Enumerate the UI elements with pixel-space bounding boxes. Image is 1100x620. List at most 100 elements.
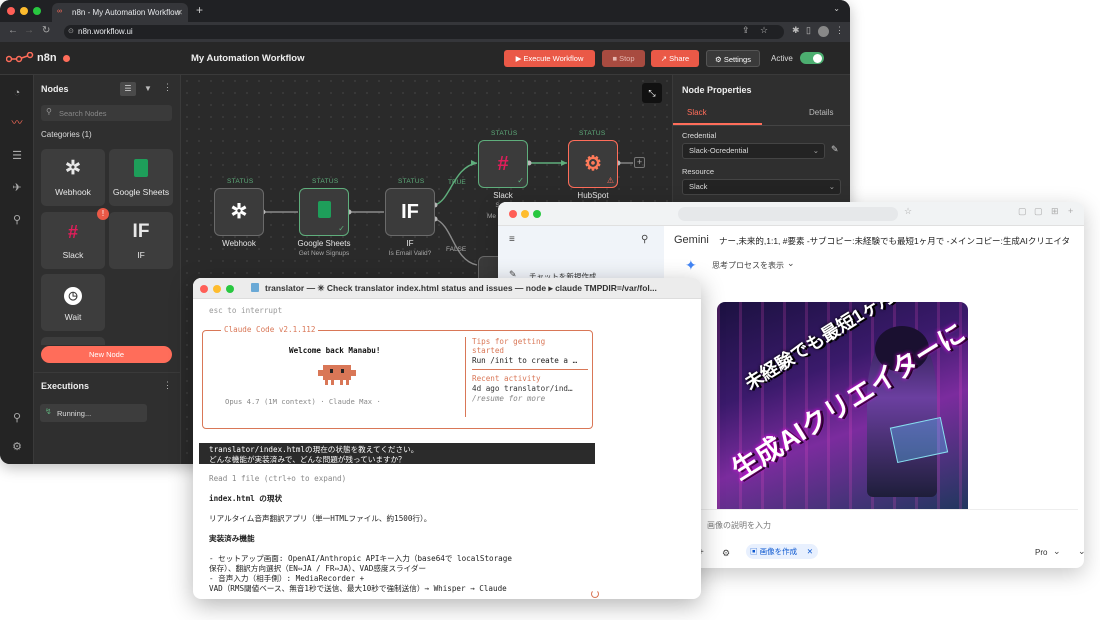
window-icon[interactable]: ▢: [1018, 206, 1027, 217]
show-thinking-label[interactable]: 思考プロセスを表示: [712, 260, 784, 271]
forward-icon[interactable]: →: [24, 25, 34, 36]
tab-slack[interactable]: Slack: [687, 108, 707, 117]
workflow-node-hubspot[interactable]: ⚙ ⚠: [568, 140, 618, 188]
new-window-icon[interactable]: ⊞: [1051, 206, 1059, 217]
resource-label: Resource: [682, 167, 715, 176]
maximize-dot[interactable]: [533, 210, 541, 218]
list-icon[interactable]: ☰: [11, 150, 23, 162]
running-execution[interactable]: ↯ Running...: [40, 404, 147, 422]
active-toggle[interactable]: [800, 52, 824, 64]
workflow-node-if[interactable]: IF: [385, 188, 435, 236]
left-rail: ◔ 〰 ☰ ✈ ⚲ ⚲ ⚙: [0, 75, 34, 464]
new-node-button[interactable]: New Node: [41, 346, 172, 363]
gemini-address-bar[interactable]: [678, 207, 898, 221]
tools-icon[interactable]: ⚙: [722, 548, 730, 559]
browser-menu-icon[interactable]: ⋮: [835, 25, 844, 36]
workflow-node-slack[interactable]: # ✓: [478, 140, 528, 188]
create-image-chip[interactable]: ▣ 画像を作成 ✕: [746, 544, 818, 559]
minimize-dot[interactable]: [521, 210, 529, 218]
divider: [34, 372, 181, 373]
close-dot[interactable]: [7, 7, 15, 15]
reload-icon[interactable]: ↻: [42, 25, 50, 36]
image-icon: ▣: [750, 547, 760, 556]
generated-banner-image[interactable]: 未経験でも最短1ヶ月で 生成AIクリエイターに: [717, 302, 968, 509]
maximize-dot[interactable]: [226, 285, 234, 293]
node-card-if[interactable]: IF IF: [109, 212, 173, 269]
analytics-icon[interactable]: 〰: [11, 117, 23, 129]
share-button[interactable]: ↗ Share: [651, 50, 699, 67]
search-users-icon[interactable]: ⚲: [11, 214, 23, 226]
esc-hint: esc to interrupt: [209, 306, 283, 315]
workflow-node-webhook[interactable]: ✲: [214, 188, 264, 236]
execute-workflow-button[interactable]: ▶ Execute Workflow: [504, 50, 595, 67]
list-view-icon[interactable]: ☰: [120, 82, 136, 96]
chevron-down-icon[interactable]: ⌄: [787, 258, 795, 269]
slack-icon: #: [497, 153, 509, 175]
tab-details[interactable]: Details: [809, 108, 833, 117]
card-label: Wait: [64, 312, 82, 322]
rocket-icon[interactable]: ✈: [11, 182, 23, 194]
extensions-icon[interactable]: ✱: [792, 25, 800, 36]
add-icon[interactable]: +: [1068, 206, 1073, 216]
node-card-slack[interactable]: # Slack !: [41, 208, 109, 269]
minimize-dot[interactable]: [213, 285, 221, 293]
image-prompt-input[interactable]: 画像の説明を入力: [707, 520, 771, 531]
node-card-google-sheets[interactable]: Google Sheets: [109, 149, 173, 206]
url-field[interactable]: ⊙ n8n.workflow.ui: [64, 25, 784, 39]
hamburger-menu-icon[interactable]: ≡: [509, 234, 515, 245]
credential-select[interactable]: Slack-Ocredential ⌄: [682, 143, 825, 159]
workflow-node-google-sheets[interactable]: ✓: [299, 188, 349, 236]
workflow-title[interactable]: My Automation Workflow: [191, 53, 304, 64]
dashboard-icon[interactable]: ◔: [11, 87, 23, 99]
maximize-dot[interactable]: [33, 7, 41, 15]
node-card-wait[interactable]: ◷ Wait: [41, 274, 105, 331]
sidepanel-icon[interactable]: ▯: [806, 25, 811, 36]
hubspot-icon: ⚙: [584, 153, 602, 175]
edit-pencil-icon[interactable]: ✎: [831, 144, 839, 155]
share-page-icon[interactable]: ⇪: [742, 25, 750, 36]
recent-item[interactable]: 4d ago translator/ind…: [472, 384, 573, 393]
profile-avatar[interactable]: [818, 26, 829, 37]
nodes-menu-icon[interactable]: ⋮: [163, 82, 172, 93]
stop-button[interactable]: ■ Stop: [602, 50, 645, 67]
executions-menu-icon[interactable]: ⋮: [163, 380, 172, 391]
bookmark-star-icon[interactable]: ☆: [760, 25, 768, 36]
window-icon[interactable]: ▢: [1034, 206, 1043, 217]
tab-close-icon[interactable]: ✕: [176, 3, 183, 22]
rail-settings-icon[interactable]: ⚙: [11, 441, 23, 453]
chevron-down-icon[interactable]: ⌄: [1053, 546, 1061, 557]
tab-dropdown-icon[interactable]: ⌄: [833, 4, 840, 13]
bookmark-icon[interactable]: ☆: [904, 206, 912, 217]
close-dot[interactable]: [509, 210, 517, 218]
properties-title: Node Properties: [682, 85, 752, 95]
chevron-down-icon[interactable]: ⌄: [1078, 546, 1084, 557]
settings-button[interactable]: ⚙ Settings: [706, 50, 760, 67]
add-node-icon[interactable]: +: [634, 157, 645, 168]
site-info-icon[interactable]: ⊙: [68, 25, 74, 39]
close-dot[interactable]: [200, 285, 208, 293]
back-icon[interactable]: ←: [8, 25, 18, 36]
model-picker[interactable]: Pro: [1035, 548, 1047, 557]
tab-divider: [673, 125, 850, 126]
minimize-dot[interactable]: [20, 7, 28, 15]
search-nodes-input[interactable]: ⚲ Search Nodes: [41, 105, 172, 121]
filter-icon[interactable]: ▼: [140, 82, 156, 96]
node-status: STATUS: [227, 178, 254, 185]
collapse-canvas-icon[interactable]: ⤡: [642, 83, 662, 103]
n8n-favicon-icon: ∞: [57, 8, 62, 15]
gemini-title: Gemini: [674, 234, 709, 246]
node-label: Slack: [493, 191, 513, 200]
slack-icon: #: [67, 222, 78, 242]
resource-select[interactable]: Slack ⌄: [682, 179, 841, 195]
n8n-logo-icon: [6, 52, 34, 63]
search-icon[interactable]: ⚲: [641, 234, 648, 245]
user-prompt-line: どんな機能が実装済みで、どんな問題が残っていますか？: [209, 455, 406, 464]
node-card-webhook[interactable]: ✲ Webhook: [41, 149, 105, 206]
rail-search-icon[interactable]: ⚲: [11, 412, 23, 424]
card-label: IF: [137, 250, 145, 260]
credential-value: Slack-Ocredential: [689, 146, 749, 155]
chip-close-icon[interactable]: ✕: [807, 544, 813, 559]
browser-tab[interactable]: ∞ n8n - My Automation Workflow ✕: [52, 3, 188, 22]
claude-mascot-icon: [318, 365, 356, 386]
new-tab-icon[interactable]: +: [196, 3, 203, 17]
